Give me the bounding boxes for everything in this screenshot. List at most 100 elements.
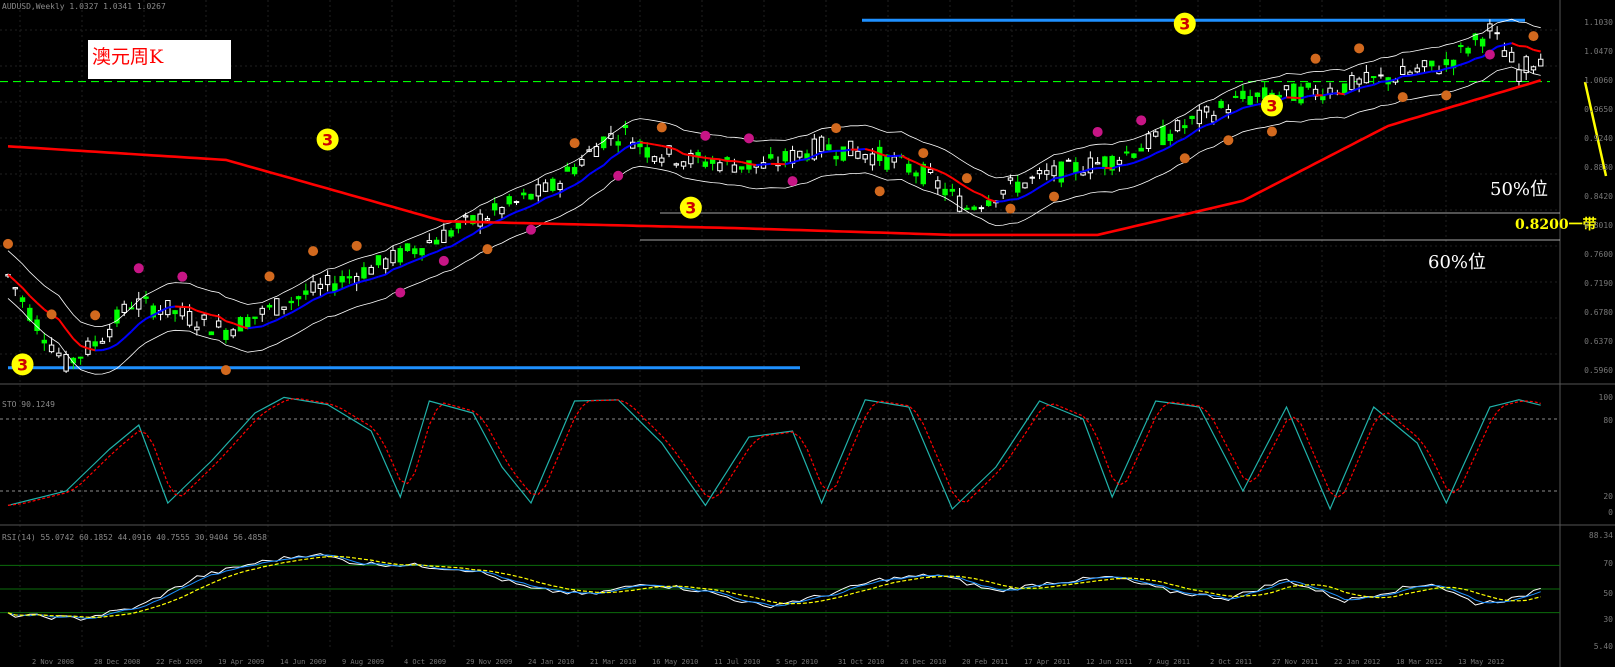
annotation-50pct: 50%位 (1490, 179, 1549, 200)
candle-body (99, 340, 106, 344)
ma-short-segment (1460, 61, 1469, 66)
candle (1312, 84, 1319, 101)
candle-body (1138, 147, 1144, 152)
time-tick-label: 4 Oct 2009 (404, 658, 447, 666)
small-marker (46, 309, 57, 320)
candle-body (1530, 66, 1537, 71)
small-marker-dot (133, 263, 144, 274)
candle-body (1036, 169, 1043, 175)
time-tick-label: 24 Jan 2010 (528, 658, 575, 666)
candle (324, 270, 331, 292)
ma-short-segment (465, 233, 474, 239)
candle-body (1349, 75, 1355, 91)
candle (1400, 58, 1406, 75)
time-tick-label: 21 Mar 2010 (590, 658, 637, 666)
small-marker-dot (438, 255, 449, 266)
candle-body (324, 274, 331, 286)
candle-body (978, 207, 985, 210)
candle (1087, 151, 1094, 180)
ma-short-segment (1148, 152, 1157, 158)
small-marker-dot (787, 176, 798, 187)
ma-short-segment (341, 284, 350, 290)
candle (1109, 154, 1115, 176)
candle (397, 245, 403, 266)
candle-body (1225, 109, 1232, 114)
ma-short-segment (1446, 66, 1454, 70)
rsi-tick-label: 70 (1603, 559, 1613, 568)
ma-short-segment (523, 205, 532, 211)
small-marker-dot (482, 244, 493, 255)
candle (1429, 60, 1435, 71)
ma-short-segment (595, 164, 605, 171)
ma-short-segment (399, 262, 408, 268)
ma-short-segment (508, 210, 517, 217)
candle (1044, 163, 1050, 181)
small-marker (1179, 153, 1190, 164)
candle-body (1007, 177, 1014, 181)
time-tick-label: 22 Feb 2009 (156, 658, 203, 666)
candle (688, 149, 694, 168)
small-marker-dot (743, 133, 754, 144)
candle-body (579, 158, 585, 166)
candle-body (1465, 47, 1471, 54)
small-marker (1484, 49, 1495, 60)
candle-body (521, 192, 527, 196)
ma-short-segment (1235, 107, 1244, 113)
small-marker (1354, 43, 1365, 54)
candle (513, 200, 520, 205)
candle-body (1508, 51, 1515, 63)
small-marker (133, 263, 144, 274)
candle (266, 303, 273, 310)
candle-body (673, 163, 680, 166)
candle (237, 316, 244, 332)
candle (12, 286, 18, 297)
ma-short-segment (951, 177, 961, 184)
candle-body (441, 229, 447, 244)
candle (1174, 119, 1181, 133)
time-tick-label: 28 Dec 2008 (94, 658, 141, 666)
small-marker (3, 238, 13, 249)
candle-body (935, 180, 941, 189)
candle (281, 306, 287, 315)
candle-body (1015, 181, 1021, 193)
candle (1022, 182, 1028, 189)
small-marker-dot (656, 122, 667, 133)
ma-short-segment (370, 275, 379, 281)
candle-body (332, 283, 338, 292)
candle-body (106, 328, 113, 338)
ma-short-segment (697, 155, 706, 159)
price-tick-label: 0.6370 (1584, 337, 1613, 346)
candle (949, 183, 956, 197)
candle-body (659, 157, 665, 163)
candle-body (768, 154, 774, 159)
small-marker (308, 246, 319, 257)
candle-body (644, 147, 650, 158)
big-marker: 3 (1260, 94, 1283, 117)
ma-short-segment (102, 347, 110, 352)
small-marker (1528, 31, 1539, 42)
candle (1000, 189, 1006, 200)
rsi-panel (0, 553, 1560, 621)
candle (1247, 89, 1253, 107)
time-tick-label: 18 Mar 2012 (1396, 658, 1443, 666)
candle-body (426, 240, 433, 244)
small-marker (787, 176, 798, 187)
candle (317, 277, 324, 296)
ma-short-segment (639, 141, 648, 145)
small-marker-dot (1179, 153, 1190, 164)
rsi-tick-label: 50 (1603, 589, 1613, 598)
ma-short-segment (566, 184, 576, 190)
small-marker-dot (526, 224, 537, 235)
candle (223, 328, 229, 344)
candle-body (48, 344, 55, 353)
candle (310, 274, 316, 296)
small-marker (831, 123, 842, 134)
ma-short-segment (843, 148, 851, 152)
small-marker-dot (961, 173, 972, 184)
candle-body (949, 188, 956, 192)
candle (840, 146, 847, 162)
candle (1494, 26, 1500, 40)
candle-body (274, 298, 280, 316)
candle (550, 177, 556, 193)
level-lines (0, 18, 1560, 370)
